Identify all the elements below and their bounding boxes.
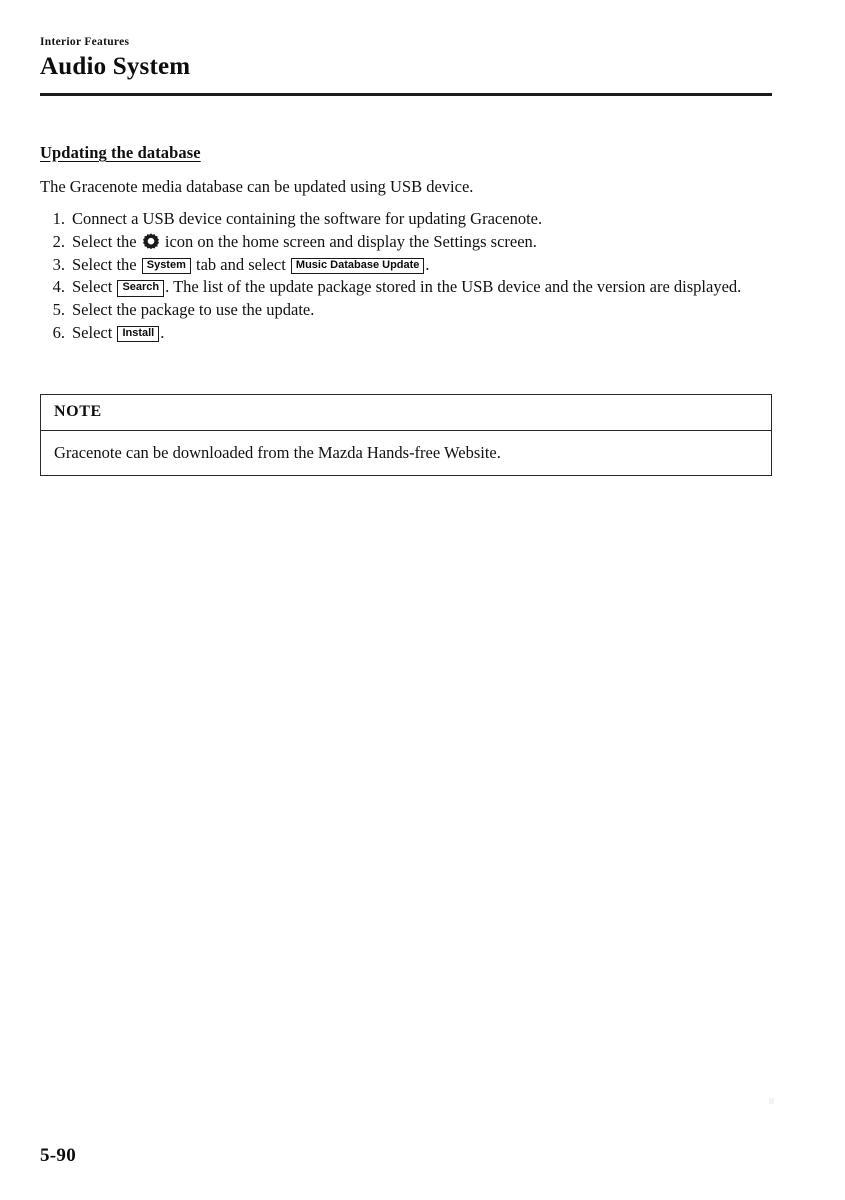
header-divider xyxy=(40,93,772,96)
step-text-run: . The list of the update package stored … xyxy=(165,277,742,297)
step-text-run: tab and select xyxy=(191,254,290,274)
step-number: 4. xyxy=(52,277,65,297)
procedure-step: 4. Select Search. The list of the update … xyxy=(40,276,772,298)
chapter-eyebrow: Interior Features xyxy=(40,36,130,48)
note-box: NOTE Gracenote can be downloaded from th… xyxy=(40,394,772,477)
page-title: Audio System xyxy=(40,52,191,80)
step-text: Select the System tab and select Music D… xyxy=(72,254,772,276)
procedure-step: 1. Connect a USB device containing the so… xyxy=(40,208,772,230)
ui-key-search[interactable]: Search xyxy=(117,280,165,297)
step-text: Select the package to use the update. xyxy=(72,299,772,321)
step-text-run: Connect a USB device containing the soft… xyxy=(72,209,543,228)
step-text-run: Select the xyxy=(72,254,141,274)
ui-key-install[interactable]: Install xyxy=(117,325,160,343)
procedure-step: 2. Select the icon on the home screen and… xyxy=(40,231,772,253)
note-label: NOTE xyxy=(41,395,771,431)
step-number: 6. xyxy=(52,322,65,342)
step-text-run: Select xyxy=(72,322,117,342)
step-text: Select the icon on the home screen and d… xyxy=(72,231,772,253)
step-number: 1. xyxy=(52,209,65,228)
step-text: Select Search. The list of the update pa… xyxy=(72,276,772,298)
step-text-run: Select the xyxy=(72,231,141,251)
procedure-step: 3. Select the System tab and select Music… xyxy=(40,254,772,276)
step-text-run: . xyxy=(425,254,430,274)
step-text-run: Select the package to use the update. xyxy=(72,300,315,320)
step-number: 5. xyxy=(52,300,65,320)
intro-paragraph: The Gracenote media database can be upda… xyxy=(40,177,474,196)
scan-artifact xyxy=(769,1098,774,1104)
page-header: Interior Features Audio System xyxy=(40,36,772,81)
procedure-step: 6. Select Install. xyxy=(40,322,772,344)
manual-page: Interior Features Audio System Updating … xyxy=(0,0,845,1200)
ui-key-music-database-update[interactable]: Music Database Update xyxy=(290,257,425,275)
ui-key-system[interactable]: System xyxy=(141,257,191,275)
step-number: 3. xyxy=(52,254,65,274)
gear-icon xyxy=(142,233,159,249)
section-heading: Updating the database xyxy=(40,143,201,162)
step-text-run: icon on the home screen and display the … xyxy=(160,231,537,251)
page-number: 5-90 xyxy=(40,1145,77,1166)
procedure-step: 5. Select the package to use the update. xyxy=(40,299,772,321)
step-text: Select Install. xyxy=(72,322,772,344)
step-text-run: Select xyxy=(72,277,117,297)
procedure-step-list: 1. Connect a USB device containing the so… xyxy=(40,208,772,345)
step-text: Connect a USB device containing the soft… xyxy=(72,208,772,230)
note-body-text: Gracenote can be downloaded from the Maz… xyxy=(54,443,501,462)
step-number: 2. xyxy=(52,231,65,251)
step-text-run: . xyxy=(160,322,165,342)
